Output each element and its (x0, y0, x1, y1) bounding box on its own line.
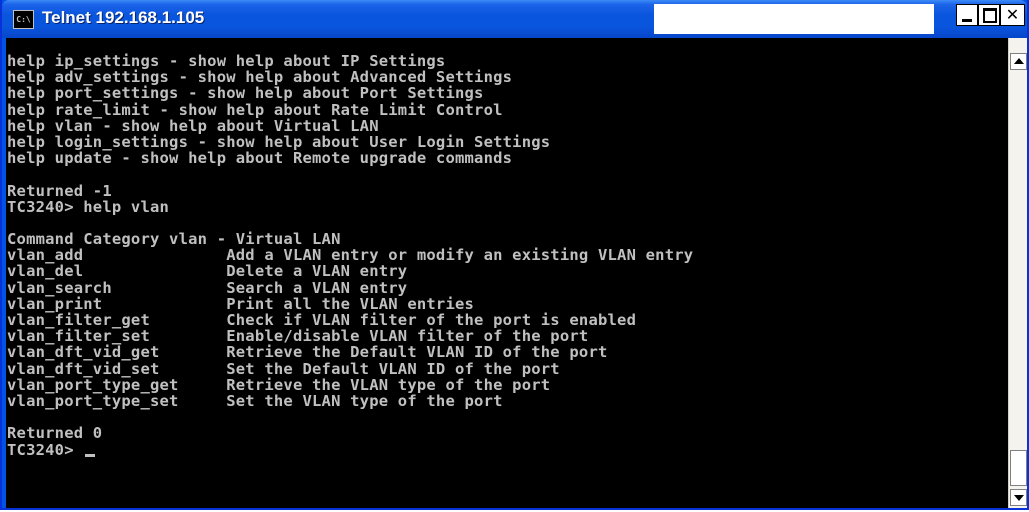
console-line: vlan_add Add a VLAN entry or modify an e… (7, 246, 694, 265)
telnet-window: C:\ Telnet 192.168.1.105 ✕ help ip_setti… (0, 0, 1029, 510)
window-title: Telnet 192.168.1.105 (42, 8, 205, 27)
close-button[interactable]: ✕ (1000, 4, 1025, 26)
maximize-icon (983, 8, 997, 23)
console-output[interactable]: help ip_settings - show help about IP Se… (6, 38, 1008, 508)
arrow-up-icon (1014, 58, 1024, 64)
title-bar-highlight (654, 4, 934, 34)
console-line: help port_settings - show help about Por… (7, 84, 484, 103)
console-line: vlan_print Print all the VLAN entries (7, 294, 475, 313)
console-line: vlan_filter_set Enable/disable VLAN filt… (7, 327, 589, 346)
console-icon[interactable]: C:\ (13, 10, 34, 29)
console-line: vlan_del Delete a VLAN entry (7, 262, 408, 281)
console-text: help ip_settings - show help about IP Se… (6, 38, 1008, 458)
arrow-down-icon (1014, 495, 1024, 501)
console-line: help login_settings - show help about Us… (7, 132, 551, 151)
console-line: help vlan - show help about Virtual LAN (7, 116, 379, 135)
console-line: vlan_port_type_get Retrieve the VLAN typ… (7, 375, 551, 394)
text-cursor (85, 453, 96, 457)
minimize-button[interactable] (956, 4, 978, 26)
console-line: vlan_port_type_set Set the VLAN type of … (7, 391, 503, 410)
console-line: vlan_dft_vid_get Retrieve the Default VL… (7, 343, 608, 362)
console-line: vlan_dft_vid_set Set the Default VLAN ID… (7, 359, 560, 378)
console-line: vlan_filter_get Check if VLAN filter of … (7, 311, 637, 329)
minimize-icon (962, 19, 972, 22)
console-line: help ip_settings - show help about IP Se… (7, 52, 446, 70)
scroll-up-button[interactable] (1010, 53, 1027, 70)
console-line: TC3240> help vlan (7, 197, 170, 216)
console-line: Command Category vlan - Virtual LAN (7, 230, 341, 249)
console-line: help update - show help about Remote upg… (7, 149, 513, 168)
vertical-scrollbar[interactable] (1008, 38, 1027, 508)
title-bar[interactable]: C:\ Telnet 192.168.1.105 ✕ (2, 0, 1027, 38)
console-line: help rate_limit - show help about Rate L… (7, 100, 503, 119)
close-icon: ✕ (1005, 5, 1020, 24)
prompt-line[interactable]: TC3240> (7, 440, 1008, 459)
console-line: vlan_search Search a VLAN entry (7, 278, 408, 297)
console-line: Returned 0 (7, 424, 103, 443)
prompt-text: TC3240> (7, 440, 84, 459)
scroll-down-button[interactable] (1010, 489, 1027, 506)
maximize-button[interactable] (978, 4, 1000, 26)
console-line: help adv_settings - show help about Adva… (7, 68, 513, 87)
scroll-thumb[interactable] (1010, 450, 1027, 486)
console-line: Returned -1 (7, 181, 112, 200)
